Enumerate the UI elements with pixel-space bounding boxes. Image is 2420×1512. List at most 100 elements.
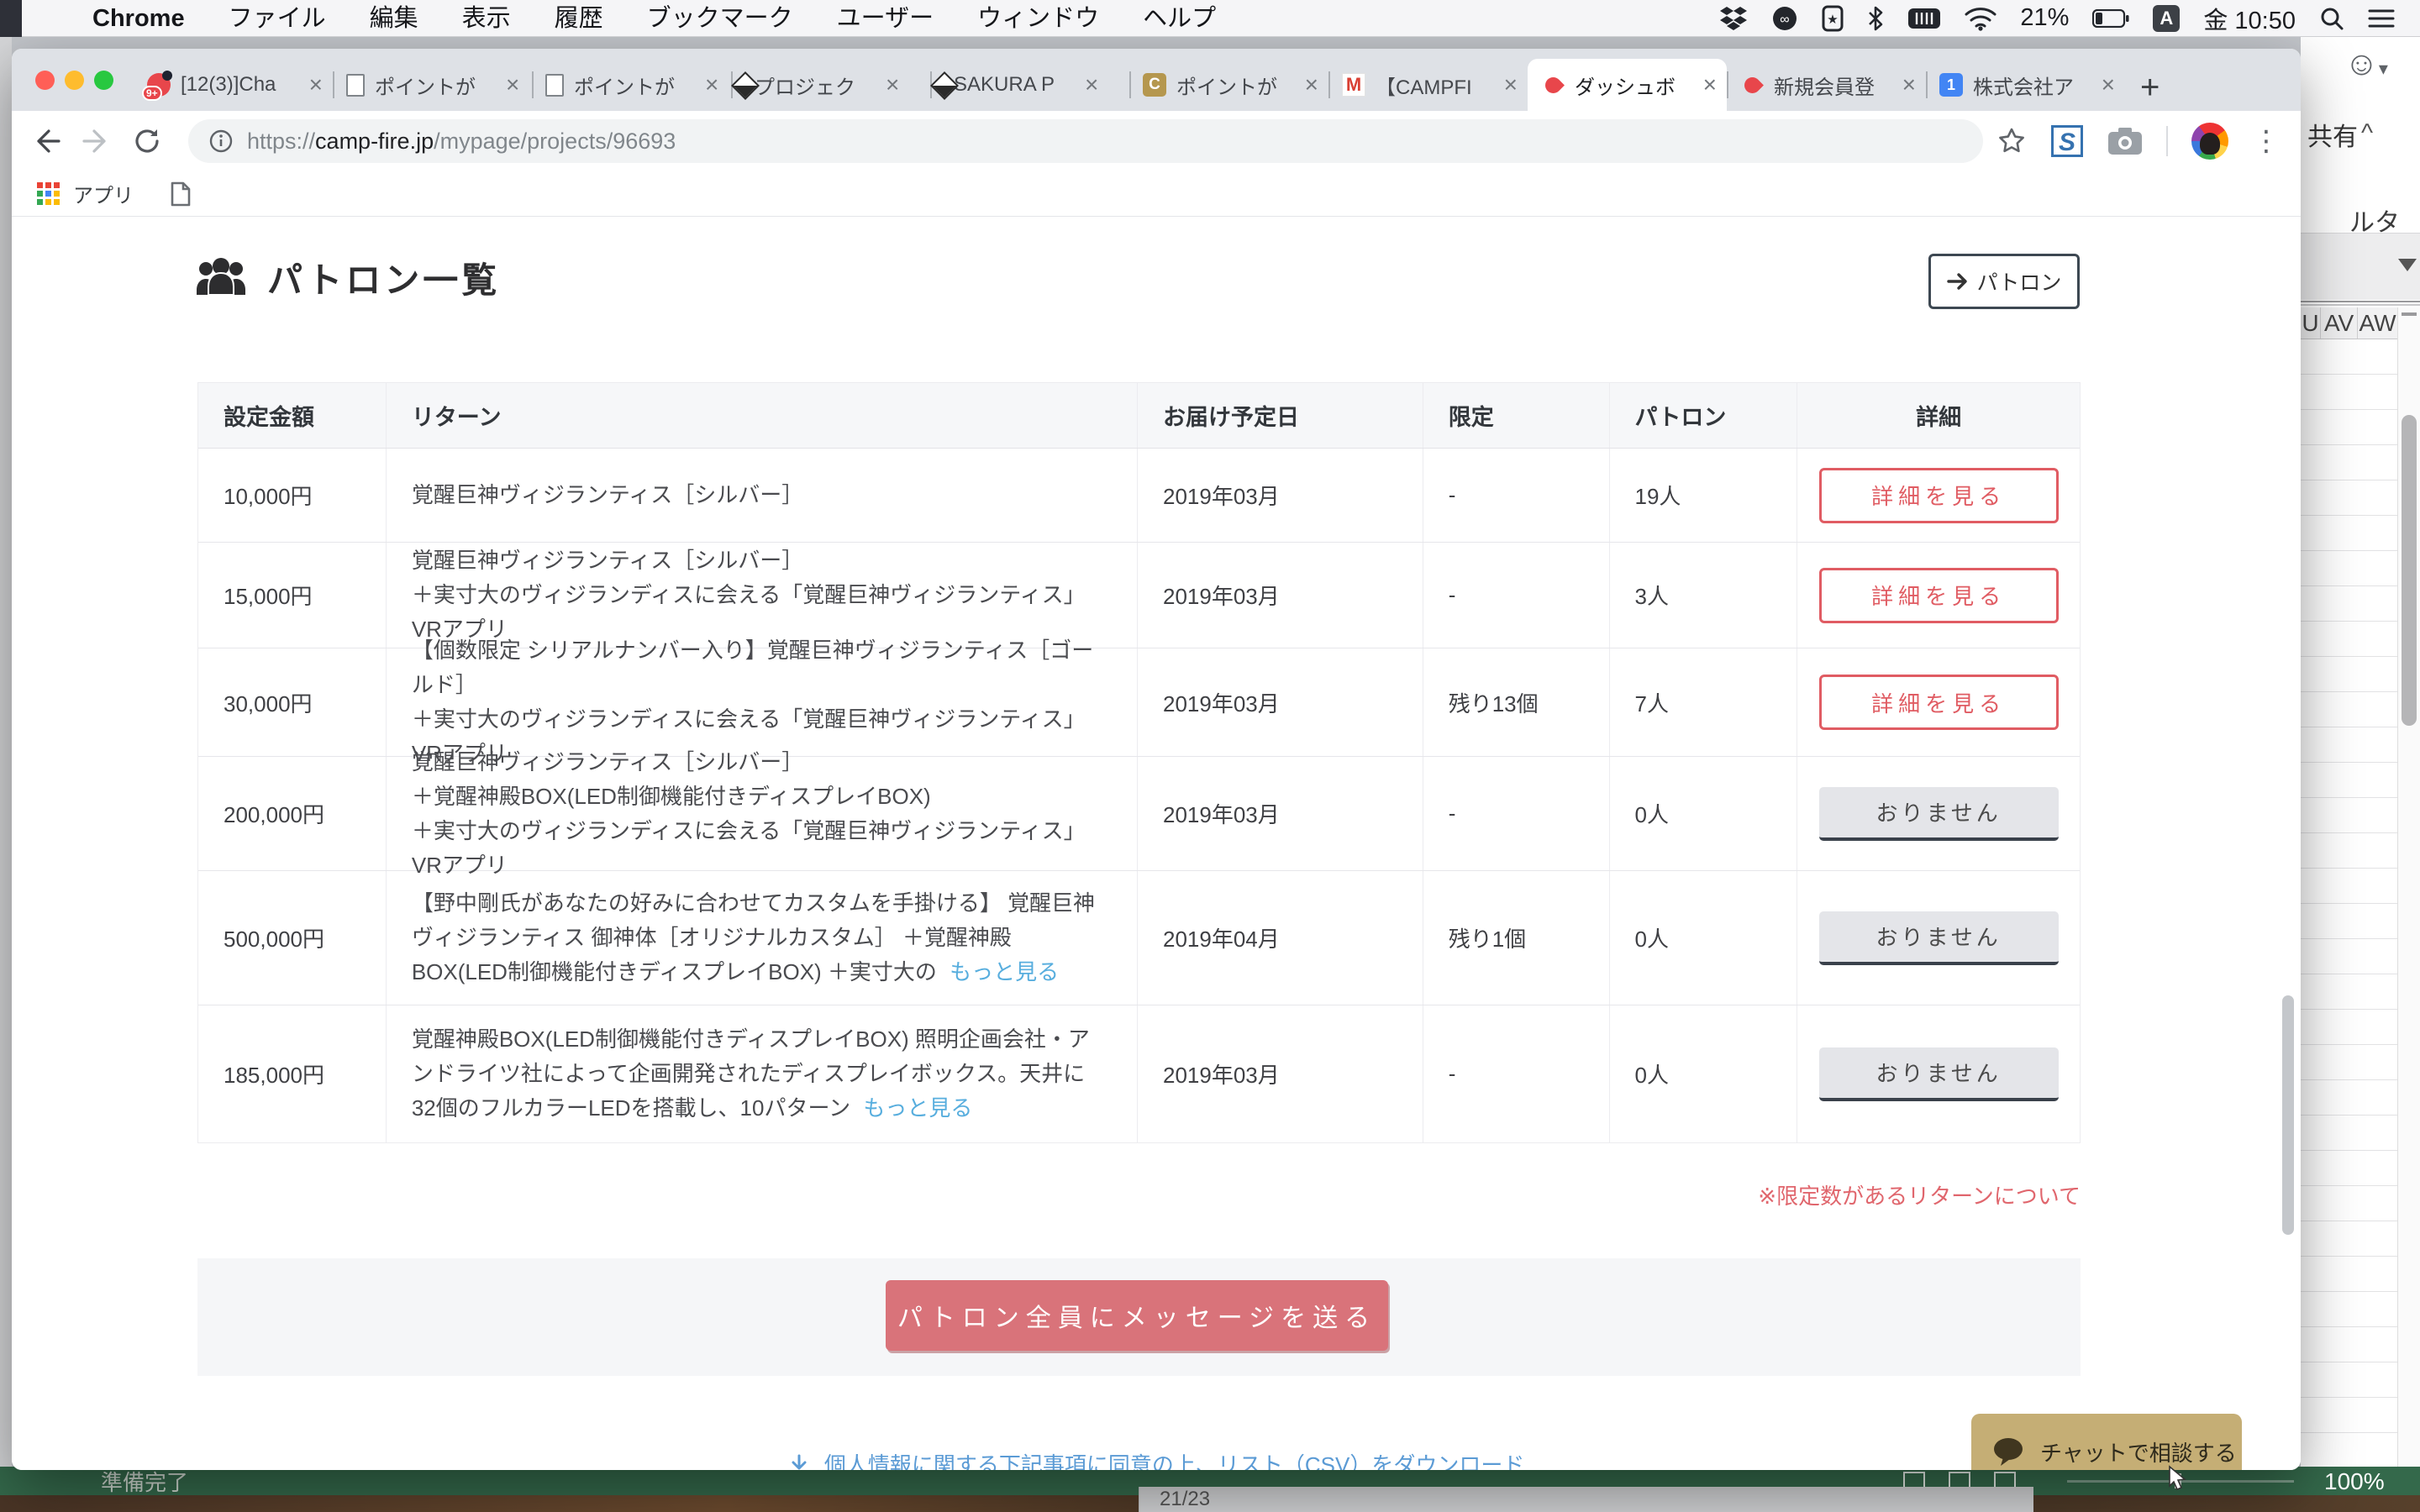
- return-cell: 覚醒巨神ヴィジランティス［シルバー］: [387, 449, 1138, 542]
- s-extension-icon[interactable]: S: [2050, 124, 2084, 158]
- dropbox-icon[interactable]: [1719, 6, 1748, 31]
- forward-button[interactable]: [82, 127, 111, 155]
- tab-close-icon[interactable]: ×: [506, 73, 519, 97]
- share-button[interactable]: 共有: [2307, 116, 2358, 153]
- excel-column-U[interactable]: U: [2301, 307, 2321, 339]
- patron-count-cell: 0人: [1610, 871, 1798, 1005]
- notification-center-icon[interactable]: [2368, 8, 2395, 29]
- menu-item-8[interactable]: ヘルプ: [1121, 0, 1238, 37]
- limited-returns-note-link[interactable]: ※限定数があるリターンについて: [12, 1179, 2081, 1210]
- apps-grid-icon[interactable]: [37, 182, 60, 205]
- chrome-menu-icon[interactable]: ⋮: [2252, 127, 2281, 155]
- excel-column-AW[interactable]: AW: [2358, 307, 2397, 339]
- close-window-button[interactable]: [35, 71, 55, 90]
- background-page-strip: 21/23: [1139, 1487, 2033, 1512]
- tab-close-icon[interactable]: ×: [2102, 73, 2115, 97]
- view-details-button[interactable]: 詳細を見る: [1819, 675, 2059, 730]
- tab-【CAMPFI[interactable]: 【CAMPFI×: [1328, 59, 1528, 111]
- tab-close-icon[interactable]: ×: [1902, 73, 1916, 97]
- tab-close-icon[interactable]: ×: [1703, 73, 1717, 97]
- zoom-percent[interactable]: 100%: [2324, 1468, 2385, 1495]
- tab-close-icon[interactable]: ×: [886, 73, 899, 97]
- tab-ポイントが[interactable]: ポイントが×: [532, 59, 731, 111]
- amount-cell: 15,000円: [198, 543, 387, 648]
- camera-extension-icon[interactable]: [2107, 127, 2143, 155]
- minimize-window-button[interactable]: [65, 71, 84, 90]
- back-button[interactable]: [32, 127, 60, 155]
- address-bar[interactable]: https://camp-fire.jp/mypage/projects/966…: [188, 119, 1983, 163]
- url-text[interactable]: https://camp-fire.jp/mypage/projects/966…: [247, 129, 676, 155]
- view-details-button[interactable]: 詳細を見る: [1819, 568, 2059, 623]
- wifi-icon[interactable]: [1965, 6, 1996, 31]
- menu-item-1[interactable]: ファイル: [207, 0, 348, 37]
- menu-item-2[interactable]: 編集: [348, 0, 440, 37]
- tab-close-icon[interactable]: ×: [705, 73, 718, 97]
- collapse-ribbon-icon[interactable]: ^: [2361, 119, 2373, 148]
- patron-link-button[interactable]: パトロン: [1928, 254, 2080, 309]
- battery-percent: 21%: [2020, 4, 2069, 32]
- menu-item-7[interactable]: ウィンドウ: [955, 0, 1121, 37]
- tab-title: 株式会社ア: [1973, 71, 2096, 100]
- detail-cell: 詳細を見る: [1797, 543, 2080, 648]
- tab-close-icon[interactable]: ×: [1085, 73, 1098, 97]
- chat-widget-label: チャットで相談する: [2040, 1436, 2237, 1467]
- more-link[interactable]: もっと見る: [863, 1095, 972, 1121]
- creative-cloud-icon[interactable]: ∞: [1771, 5, 1798, 32]
- site-info-icon[interactable]: [208, 129, 234, 154]
- no-patrons-button: おりません: [1819, 911, 2059, 965]
- menu-item-5[interactable]: ブックマーク: [625, 0, 815, 37]
- patron-count-cell: 7人: [1610, 648, 1798, 756]
- tab-SAKURA P[interactable]: SAKURA P×: [930, 59, 1129, 111]
- chat-widget[interactable]: チャットで相談する: [1971, 1414, 2242, 1470]
- page-indicator: 21/23: [1160, 1488, 1210, 1511]
- tab-[12(3)]Cha[interactable]: [12(3)]Cha×: [134, 59, 333, 111]
- menu-item-3[interactable]: 表示: [440, 0, 533, 37]
- dropdown-triangle-icon[interactable]: [2398, 259, 2417, 271]
- more-link[interactable]: もっと見る: [950, 959, 1059, 984]
- view-details-button[interactable]: 詳細を見る: [1819, 468, 2059, 523]
- tab-close-icon[interactable]: ×: [1305, 73, 1318, 97]
- smiley-feedback-icon[interactable]: ☺▾: [2344, 45, 2388, 83]
- tab-ダッシュボ[interactable]: ダッシュボ×: [1528, 59, 1727, 111]
- tab-株式会社ア[interactable]: 株式会社ア×: [1926, 59, 2125, 111]
- spotlight-search-icon[interactable]: [2319, 6, 2344, 31]
- return-cell: 【個数限定 シリアルナンバー入り】覚醒巨神ヴィジランティス［ゴールド］＋実寸大の…: [387, 648, 1138, 756]
- csv-download-link[interactable]: 個人情報に関する下記事項に同意の上、リスト（CSV）をダウンロード: [12, 1448, 2301, 1470]
- bluetooth-icon[interactable]: [1867, 5, 1884, 32]
- fullscreen-window-button[interactable]: [94, 71, 113, 90]
- apps-bookmark-label[interactable]: アプリ: [73, 179, 134, 208]
- bookmark-star-icon[interactable]: [1996, 126, 2027, 156]
- menu-item-6[interactable]: ユーザー: [815, 0, 955, 37]
- message-all-patrons-button[interactable]: パトロン全員にメッセージを送る: [886, 1280, 1388, 1351]
- tab-新規会員登[interactable]: 新規会員登×: [1727, 59, 1926, 111]
- limited-cell: 残り13個: [1423, 648, 1610, 756]
- excel-scrollbar-thumb[interactable]: [2402, 415, 2417, 726]
- tab-プロジェク[interactable]: プロジェク×: [731, 59, 930, 111]
- page-content: パトロン一覧 パトロン 設定金額リターンお届け予定日限定パトロン詳細 10,00…: [12, 217, 2301, 1470]
- tab-close-icon[interactable]: ×: [1504, 73, 1518, 97]
- content-scrollbar-thumb[interactable]: [2282, 995, 2294, 1235]
- input-source-badge[interactable]: A: [2153, 5, 2180, 32]
- tab-title: プロジェク: [755, 71, 881, 100]
- excel-grid-cells[interactable]: [2301, 339, 2397, 1468]
- tab-close-icon[interactable]: ×: [309, 73, 323, 97]
- tab-ポイントが[interactable]: ポイントが×: [1129, 59, 1328, 111]
- profile-avatar[interactable]: [2191, 123, 2228, 160]
- reload-button[interactable]: [133, 127, 161, 155]
- excel-column-AV[interactable]: AV: [2321, 307, 2358, 339]
- return-line: 覚醒巨神ヴィジランティス［シルバー］: [412, 543, 803, 578]
- patron-count-cell: 0人: [1610, 757, 1798, 870]
- limited-cell: -: [1423, 1005, 1610, 1142]
- keyboard-icon[interactable]: [1907, 8, 1941, 29]
- menu-item-0[interactable]: Chrome: [71, 0, 207, 37]
- return-cell: 覚醒神殿BOX(LED制御機能付きディスプレイBOX) 照明企画会社・アンドライ…: [387, 1005, 1138, 1142]
- new-tab-button[interactable]: +: [2140, 71, 2160, 104]
- menu-clock[interactable]: 金 10:50: [2203, 1, 2296, 36]
- excel-scrollbar[interactable]: [2397, 307, 2420, 1468]
- tab-ポイントが[interactable]: ポイントが×: [333, 59, 532, 111]
- bookmark-app-icon[interactable]: ★: [1822, 5, 1844, 32]
- page-bookmark-icon[interactable]: [171, 181, 191, 207]
- menu-item-4[interactable]: 履歴: [533, 0, 625, 37]
- return-line: 覚醒巨神ヴィジランティス［シルバー］: [412, 478, 803, 512]
- split-handle[interactable]: [2402, 312, 2417, 316]
